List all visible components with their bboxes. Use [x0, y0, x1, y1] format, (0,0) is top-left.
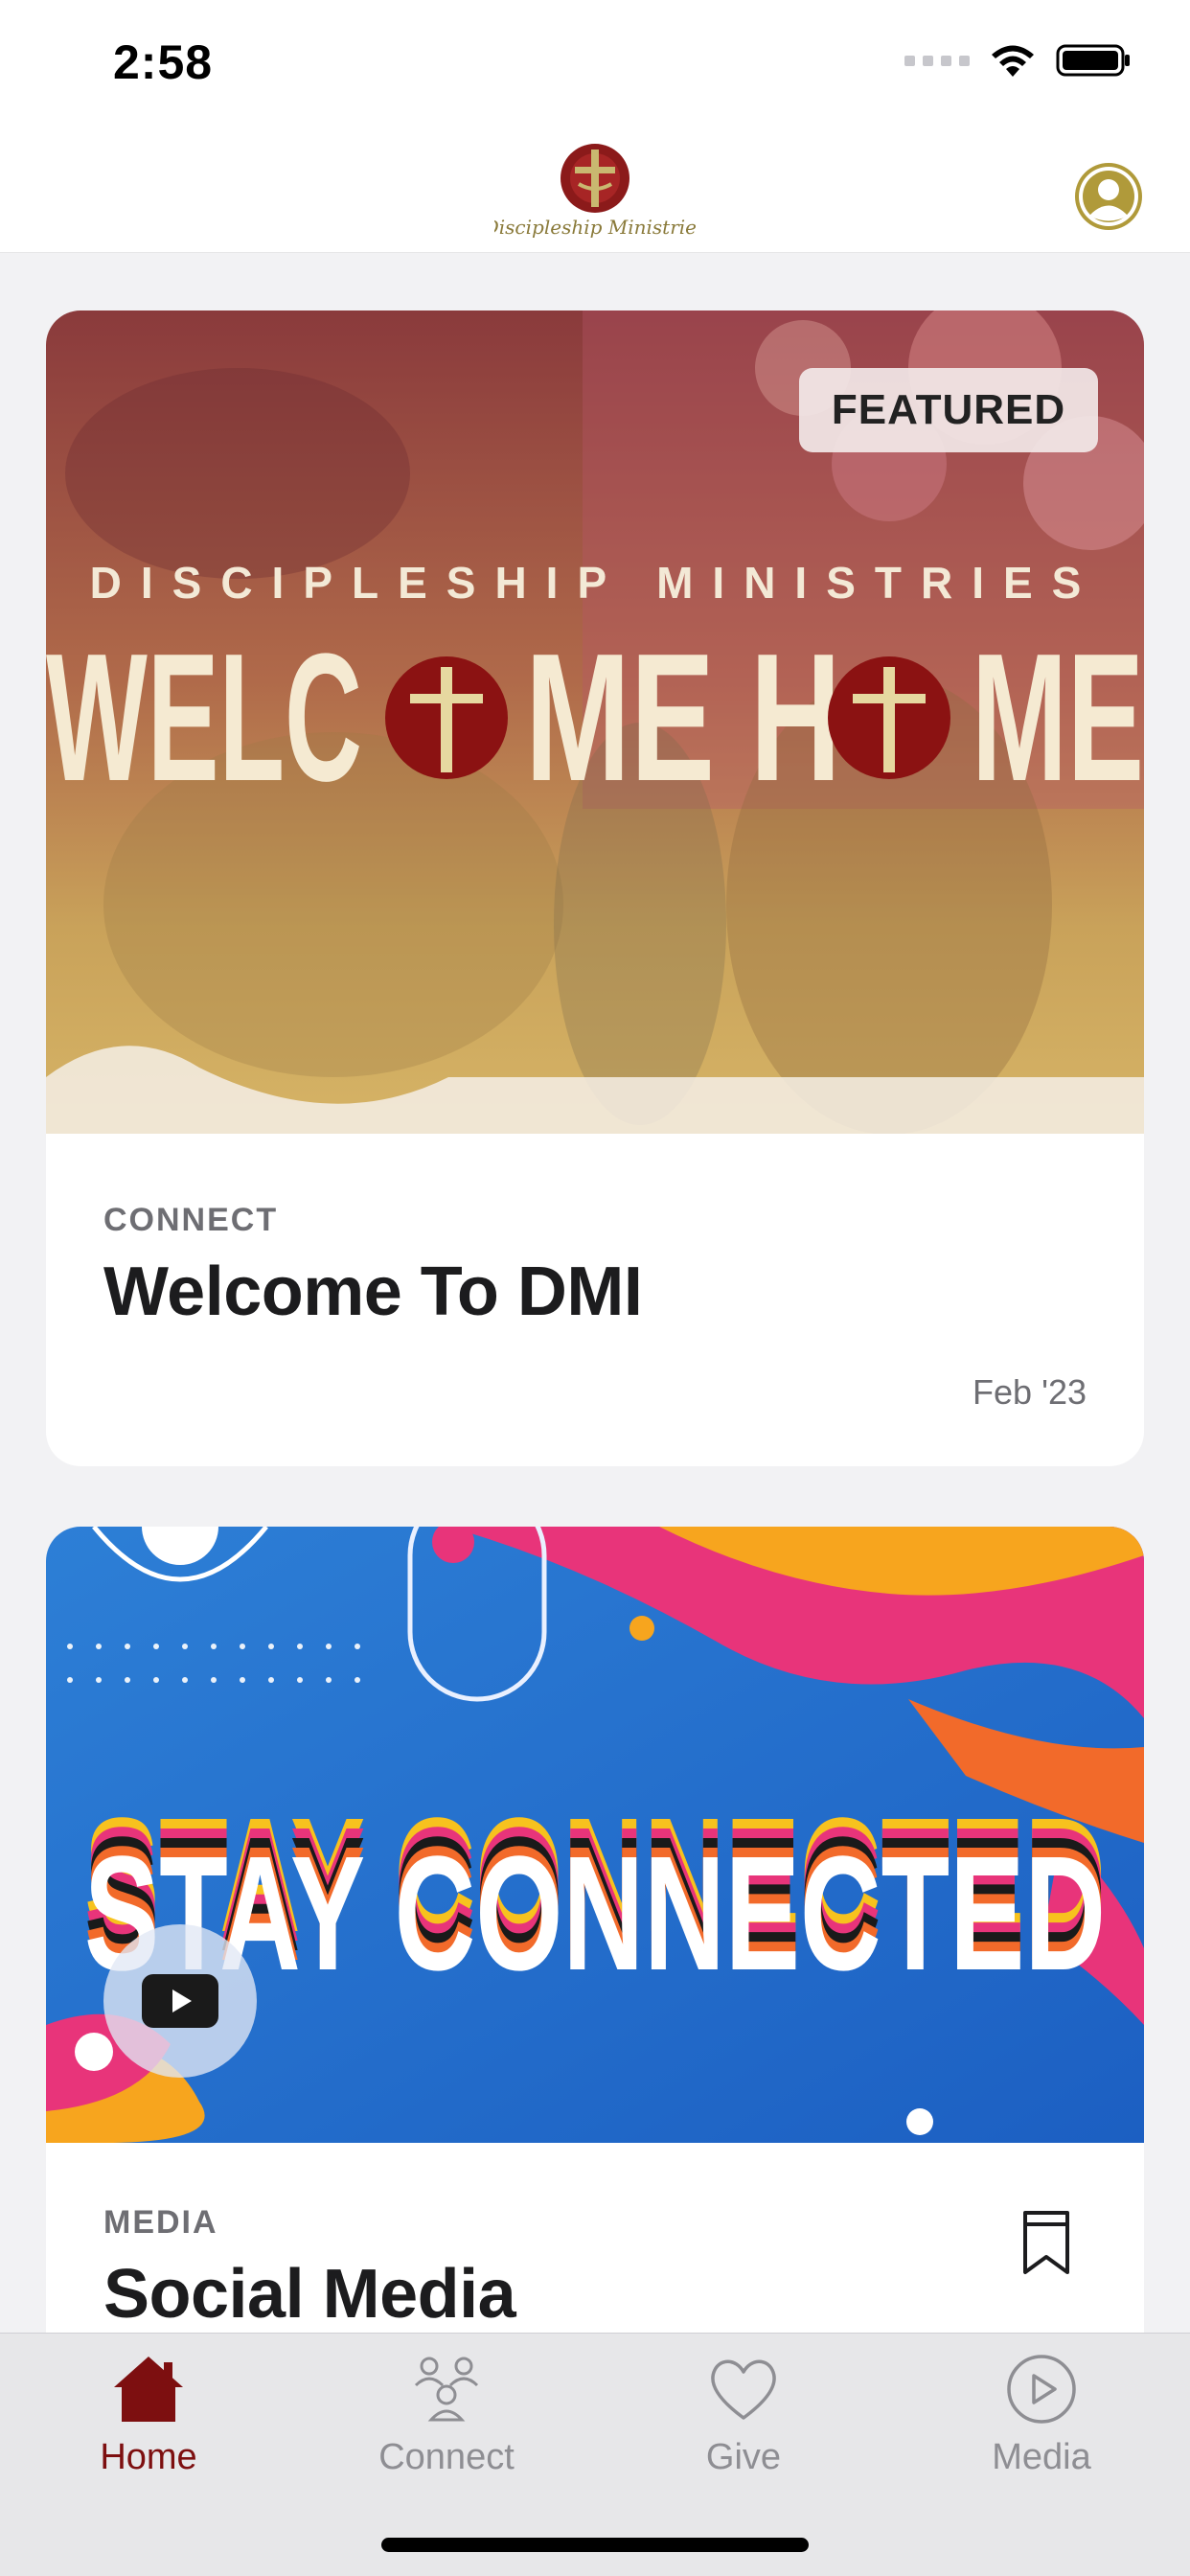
- hero-word-left: WELC: [46, 616, 362, 819]
- welcome-home-image: DISCIPLESHIP MINISTRIES WELC ME H ME FEA…: [46, 310, 1144, 1134]
- emblem-mark-2: [828, 656, 950, 779]
- heart-icon: [711, 2359, 776, 2420]
- profile-button[interactable]: [1075, 163, 1142, 230]
- status-icons: [904, 42, 1133, 79]
- card-body: CONNECT Welcome To DMI: [103, 1202, 1087, 1331]
- card-category: MEDIA: [103, 2204, 218, 2241]
- hero-word-mid: ME H: [525, 616, 841, 819]
- card-category: CONNECT: [103, 1202, 279, 1238]
- wifi-icon: [992, 45, 1034, 77]
- featured-card[interactable]: DISCIPLESHIP MINISTRIES WELC ME H ME FEA…: [46, 310, 1144, 1466]
- app-header: Discipleship Ministries: [0, 134, 1190, 253]
- tab-label: Give: [705, 2437, 782, 2477]
- home-indicator[interactable]: [381, 2538, 809, 2552]
- card-body: MEDIA Social Media: [103, 2204, 1087, 2333]
- cellular-signal-icon: [904, 55, 970, 66]
- tab-give[interactable]: Give: [629, 2351, 858, 2495]
- battery-icon: [1056, 44, 1130, 77]
- stay-connected-image: STAY CONNECTED STAY CONNECTED STAY CONNE…: [46, 1527, 1144, 2143]
- tab-label: Connect: [378, 2437, 515, 2477]
- church-logo[interactable]: Discipleship Ministries: [494, 138, 696, 245]
- card-title: Social Media: [103, 2256, 516, 2333]
- card-title: Welcome To DMI: [103, 1254, 643, 1330]
- status-time: 2:58: [113, 35, 214, 89]
- bookmark-icon[interactable]: [1021, 2209, 1071, 2276]
- play-circle-icon: [1007, 2355, 1076, 2424]
- tab-connect[interactable]: Connect: [332, 2351, 561, 2495]
- tab-label: Home: [100, 2437, 197, 2477]
- hero-word-right: ME: [972, 616, 1144, 819]
- content-feed[interactable]: DISCIPLESHIP MINISTRIES WELC ME H ME FEA…: [0, 253, 1190, 2333]
- play-icon: [142, 1974, 218, 2028]
- featured-badge: FEATURED: [799, 368, 1098, 452]
- card-date: Feb '23: [973, 1372, 1087, 1412]
- status-bar: 2:58: [0, 0, 1190, 134]
- tab-media[interactable]: Media: [927, 2351, 1156, 2495]
- home-icon: [114, 2357, 183, 2422]
- emblem-mark-1: [385, 656, 508, 779]
- people-icon: [414, 2357, 479, 2422]
- tab-label: Media: [992, 2437, 1091, 2477]
- tab-home[interactable]: Home: [34, 2351, 263, 2495]
- user-avatar-icon: [1079, 167, 1138, 226]
- hero-subtitle-text: DISCIPLESHIP MINISTRIES: [90, 558, 1101, 608]
- svg-text:Discipleship Ministries: Discipleship Ministries: [494, 216, 696, 239]
- play-video-button[interactable]: [103, 1924, 257, 2078]
- media-card[interactable]: STAY CONNECTED STAY CONNECTED STAY CONNE…: [46, 1527, 1144, 2333]
